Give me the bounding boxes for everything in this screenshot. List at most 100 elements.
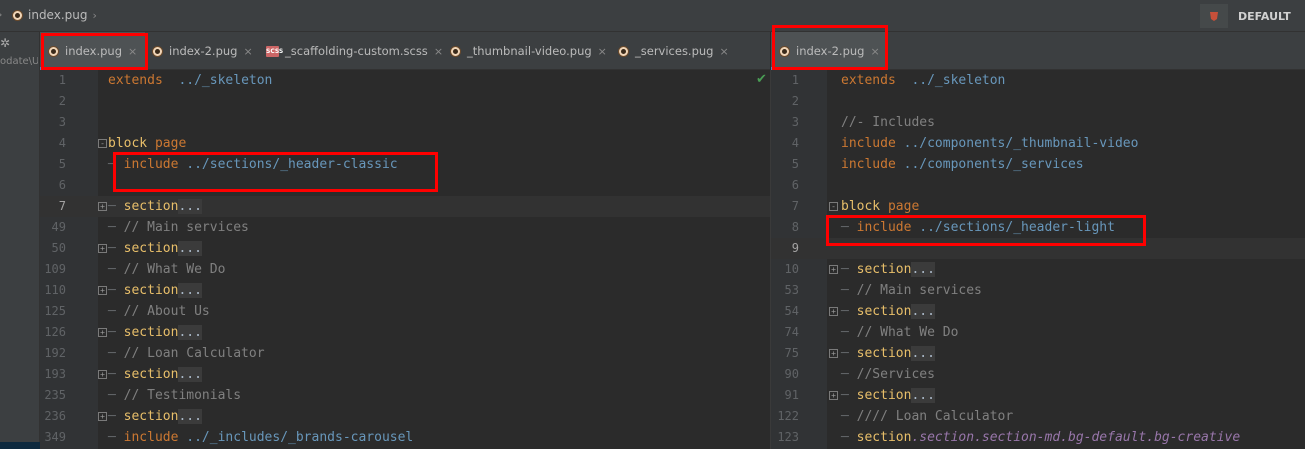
code-text[interactable]: ─ section... [108,199,202,214]
code-text[interactable]: ─ section... [108,325,202,340]
tab-label[interactable]: _scaffolding-custom.scss [285,44,428,58]
code-text[interactable]: ─ section.section.section-md.bg-default.… [841,430,1240,445]
code-text[interactable]: ─ // Loan Calculator [108,346,265,361]
tab-index-2-pug[interactable]: index-2.pug × [771,32,888,70]
tab--scaffolding-custom-scss[interactable]: SCSS _scaffolding-custom.scss × [258,32,451,70]
code-line[interactable]: 7 + ─ section... [40,196,770,217]
fold-expand-icon[interactable]: + [98,412,107,421]
close-icon[interactable]: × [598,45,607,58]
code-line[interactable]: 54 + ─ section... [771,301,1305,322]
code-text[interactable]: ─ //// Loan Calculator [841,409,1013,424]
tab--thumbnail-video-pug[interactable]: _thumbnail-video.pug × [442,32,615,70]
code-line[interactable]: 9 [771,238,1305,259]
code-line[interactable]: 125 ─ // About Us [40,301,770,322]
code-text[interactable]: extends ../_skeleton [108,73,272,88]
code-line[interactable]: 4 - block page [40,133,770,154]
code-line[interactable]: 3 //- Includes [771,112,1305,133]
fold-expand-icon[interactable]: + [98,328,107,337]
gear-icon[interactable]: ✲ [0,36,10,50]
code-line[interactable]: 7 - block page [771,196,1305,217]
code-text[interactable]: //- Includes [841,115,935,130]
code-line[interactable]: 1 extends ../_skeleton [40,70,770,91]
chevron-left-icon[interactable]: › [0,8,2,21]
close-icon[interactable]: × [870,45,879,58]
close-icon[interactable]: × [128,45,137,58]
profile-selector[interactable]: DEFAULT [1200,4,1291,28]
close-icon[interactable]: × [719,45,728,58]
code-line[interactable]: 50 + ─ section... [40,238,770,259]
code-text[interactable]: ─ section... [841,388,935,403]
code-text[interactable]: ─ // Testimonials [108,388,241,403]
breadcrumb-file[interactable]: index.pug [28,8,87,22]
code-line[interactable]: 53 ─ // Main services [771,280,1305,301]
selected-tool-item[interactable] [0,442,40,449]
code-text[interactable]: ─ section... [841,304,935,319]
fold-collapse-icon[interactable]: - [98,139,107,148]
close-icon[interactable]: × [243,45,252,58]
code-line[interactable]: 2 [40,91,770,112]
code-text[interactable]: ─ // Main services [108,220,249,235]
breadcrumb[interactable]: index.pug › [12,8,97,22]
code-text[interactable]: ─ // What We Do [841,325,958,340]
code-line[interactable]: 349 ─ include ../_includes/_brands-carous… [40,427,770,448]
code-line[interactable]: 4 include ../components/_thumbnail-video [771,133,1305,154]
tab--services-pug[interactable]: _services.pug × [610,32,737,70]
code-text[interactable]: ─ section... [108,241,202,256]
tab-label[interactable]: _services.pug [635,44,713,58]
code-text[interactable]: ─ section... [108,409,202,424]
fold-expand-icon[interactable]: + [98,244,107,253]
code-text[interactable]: ─ section... [841,262,935,277]
code-line[interactable]: 3 [40,112,770,133]
code-text[interactable]: include ../components/_thumbnail-video [841,136,1138,151]
code-line[interactable]: 1 extends ../_skeleton [771,70,1305,91]
code-line[interactable]: 5 ─ include ../sections/_header-classic [40,154,770,175]
code-text[interactable]: block page [108,136,186,151]
code-line[interactable]: 110 + ─ section... [40,280,770,301]
code-text[interactable]: ─ include ../sections/_header-classic [108,157,398,172]
fold-expand-icon[interactable]: + [829,307,838,316]
code-text[interactable]: block page [841,199,919,214]
tab-label[interactable]: _thumbnail-video.pug [467,44,592,58]
left-editor[interactable]: 1 extends ../_skeleton 2 3 4 - block page 5 ─ in… [40,70,770,449]
code-line[interactable]: 91 + ─ section... [771,385,1305,406]
code-line[interactable]: 90 ─ //Services [771,364,1305,385]
fold-collapse-icon[interactable]: - [829,202,838,211]
profile-label[interactable]: DEFAULT [1238,10,1291,23]
code-line[interactable]: 236 + ─ section... [40,406,770,427]
tab-label[interactable]: index.pug [65,44,122,58]
right-editor[interactable]: 1 extends ../_skeleton 2 3 //- Includes 4 incl… [771,70,1305,449]
fold-expand-icon[interactable]: + [98,286,107,295]
fold-expand-icon[interactable]: + [829,349,838,358]
code-text[interactable]: ─ // About Us [108,304,210,319]
code-text[interactable]: ─ include ../sections/_header-light [841,220,1115,235]
tab-index-2-pug[interactable]: index-2.pug × [144,32,261,70]
code-line[interactable]: 49 ─ // Main services [40,217,770,238]
code-line[interactable]: 74 ─ // What We Do [771,322,1305,343]
code-line[interactable]: 193 + ─ section... [40,364,770,385]
code-text[interactable]: include ../components/_services [841,157,1084,172]
code-line[interactable]: 6 [771,175,1305,196]
code-text[interactable]: ─ // Main services [841,283,982,298]
tab-label[interactable]: index-2.pug [169,44,237,58]
code-text[interactable]: ─ //Services [841,367,935,382]
code-line[interactable]: 126 + ─ section... [40,322,770,343]
fold-expand-icon[interactable]: + [829,391,838,400]
fold-expand-icon[interactable]: + [98,202,107,211]
code-text[interactable]: ─ section... [108,367,202,382]
code-line[interactable]: 6 [40,175,770,196]
code-line[interactable]: 235 ─ // Testimonials [40,385,770,406]
tab-label[interactable]: index-2.pug [796,44,864,58]
code-text[interactable]: ─ include ../_includes/_brands-carousel [108,430,413,445]
code-line[interactable]: 109 ─ // What We Do [40,259,770,280]
code-line[interactable]: 8 ─ include ../sections/_header-light [771,217,1305,238]
code-line[interactable]: 122 ─ //// Loan Calculator [771,406,1305,427]
fold-expand-icon[interactable]: + [98,370,107,379]
code-line[interactable]: 5 include ../components/_services [771,154,1305,175]
code-line[interactable]: 75 + ─ section... [771,343,1305,364]
code-line[interactable]: 192 ─ // Loan Calculator [40,343,770,364]
code-line[interactable]: 2 [771,91,1305,112]
code-text[interactable]: ─ section... [108,283,202,298]
fold-expand-icon[interactable]: + [829,265,838,274]
code-text[interactable]: ─ section... [841,346,935,361]
code-text[interactable]: ─ // What We Do [108,262,225,277]
